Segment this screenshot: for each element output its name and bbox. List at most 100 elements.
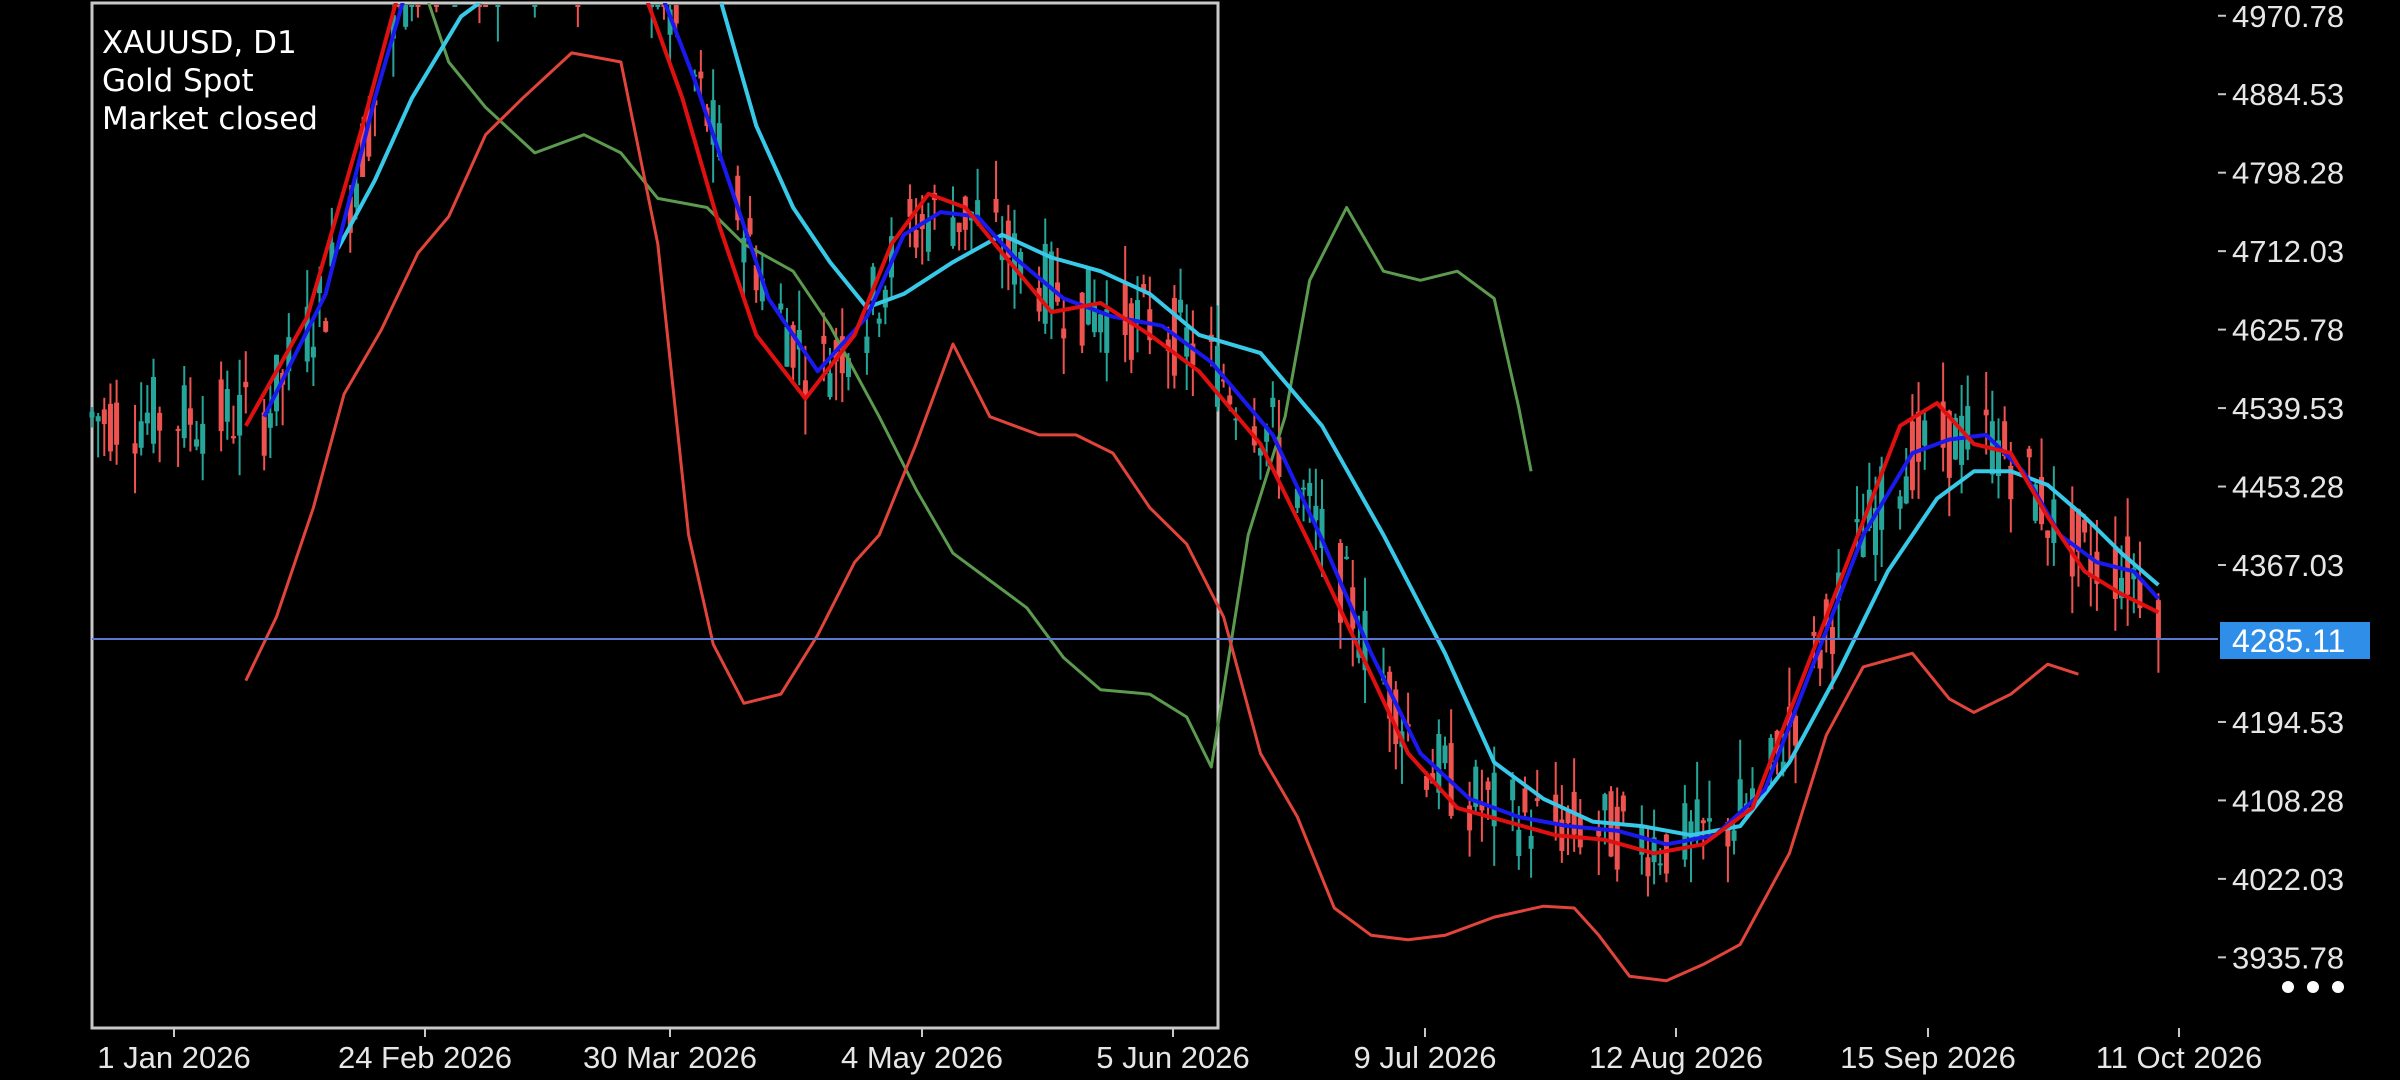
candle-body — [655, 5, 661, 7]
candle-body — [101, 409, 107, 425]
candle-body — [950, 217, 956, 247]
price-tick-label: 4108.28 — [2232, 783, 2344, 818]
price-tick-label: 4367.03 — [2232, 548, 2344, 583]
candle-body — [2045, 530, 2051, 538]
candle-body — [1922, 420, 1928, 446]
candle-body — [1793, 715, 1799, 746]
candle-body — [821, 335, 827, 344]
candle-body — [1522, 788, 1528, 813]
candle-body — [1706, 818, 1712, 822]
candle-body — [827, 373, 833, 397]
current-price-label: 4285.11 — [2232, 623, 2345, 659]
plot-area[interactable] — [90, 1, 1220, 1030]
candle-body — [1903, 476, 1909, 504]
candle-body — [784, 326, 790, 367]
candle-body — [1301, 487, 1307, 490]
candle-body — [1829, 627, 1835, 655]
time-tick-label: 11 Oct 2026 — [2096, 1040, 2263, 1075]
candle-body — [132, 443, 138, 454]
candle-body — [1645, 857, 1651, 877]
candle-body — [151, 376, 156, 444]
candle-body — [187, 408, 193, 425]
candle-body — [237, 394, 243, 436]
candle-body — [1307, 482, 1313, 496]
candle-body — [1700, 820, 1706, 824]
candle-body — [1528, 835, 1534, 849]
candle-body — [575, 5, 581, 7]
price-chart[interactable]: 4970.78 4884.53 4798.28 4712.03 4625.78 4539.… — [0, 0, 2400, 1080]
candle-body — [261, 412, 267, 456]
candle-body — [1854, 519, 1860, 523]
time-tick-label: 4 May 2026 — [841, 1040, 1003, 1075]
candle-body — [925, 219, 931, 252]
candle-body — [175, 428, 181, 431]
price-tick-label: 4798.28 — [2232, 156, 2344, 191]
candle-body — [1270, 397, 1276, 408]
candle-body — [673, 5, 679, 24]
candle-body — [1897, 496, 1903, 509]
candle-body — [1614, 806, 1620, 870]
candle-body — [1682, 803, 1688, 860]
price-tick-label: 4194.53 — [2232, 705, 2344, 740]
candle-body — [1510, 779, 1516, 801]
candle-body — [1577, 817, 1583, 848]
candle-body — [403, 5, 409, 27]
candle-body — [89, 411, 95, 418]
menu-dot — [2332, 981, 2344, 993]
candle-body — [274, 354, 279, 412]
candle-body — [495, 5, 501, 7]
candle-body — [1098, 314, 1104, 333]
candle-body — [747, 218, 753, 235]
candle-body — [1731, 830, 1737, 841]
candle-body — [218, 379, 224, 432]
candle-body — [353, 183, 359, 208]
candle-body — [1657, 863, 1663, 866]
candle-body — [1128, 303, 1134, 360]
candle-body — [452, 5, 458, 7]
candle-body — [1048, 251, 1054, 310]
time-tick-label: 5 Jun 2026 — [1096, 1040, 1249, 1075]
time-axis: 1 Jan 2026 24 Feb 2026 30 Mar 2026 4 May 20… — [97, 1028, 2262, 1075]
price-tick-label: 4539.53 — [2232, 391, 2344, 426]
candle-body — [310, 346, 316, 358]
candle-body — [956, 222, 962, 233]
instrument-name: Gold Spot — [102, 63, 254, 99]
candle-body — [224, 389, 230, 422]
price-tick-label: 4022.03 — [2232, 862, 2344, 897]
symbol-info: XAUUSD, D1 Gold Spot Market closed — [102, 24, 318, 138]
menu-dot — [2307, 981, 2319, 993]
candle-body — [144, 412, 150, 424]
time-tick-label: 12 Aug 2026 — [1589, 1040, 1763, 1075]
candle-body — [267, 413, 273, 428]
candle-body — [2155, 600, 2161, 639]
candle-body — [913, 230, 919, 248]
symbol-timeframe: XAUUSD, D1 — [102, 25, 297, 61]
candle-body — [323, 321, 329, 332]
price-tick-label: 4625.78 — [2232, 313, 2344, 348]
candle-body — [230, 436, 236, 439]
candle-body — [138, 421, 144, 448]
time-tick-label: 1 Jan 2026 — [97, 1040, 250, 1075]
candle-body — [243, 381, 249, 388]
price-tick-label: 4712.03 — [2232, 234, 2344, 269]
candle-body — [433, 5, 439, 7]
price-tick-label: 4884.53 — [2232, 77, 2344, 112]
time-tick-label: 9 Jul 2026 — [1353, 1040, 1496, 1075]
candle-body — [1737, 779, 1743, 812]
candle-body — [157, 412, 163, 431]
candle-body — [200, 423, 206, 454]
candle-body — [1061, 328, 1067, 339]
candle-body — [181, 385, 187, 439]
price-tick-label: 4970.78 — [2232, 0, 2344, 34]
more-horizontal-icon[interactable] — [2282, 972, 2344, 1002]
candle-body — [483, 5, 489, 7]
candle-body — [778, 303, 784, 310]
candle-body — [95, 416, 101, 422]
candle-body — [114, 402, 120, 445]
candle-body — [1079, 292, 1085, 346]
candle-body — [1085, 266, 1091, 325]
candle-body — [107, 403, 113, 452]
candle-body — [993, 198, 999, 213]
candle-body — [1663, 834, 1669, 874]
candle-body — [1620, 795, 1626, 812]
